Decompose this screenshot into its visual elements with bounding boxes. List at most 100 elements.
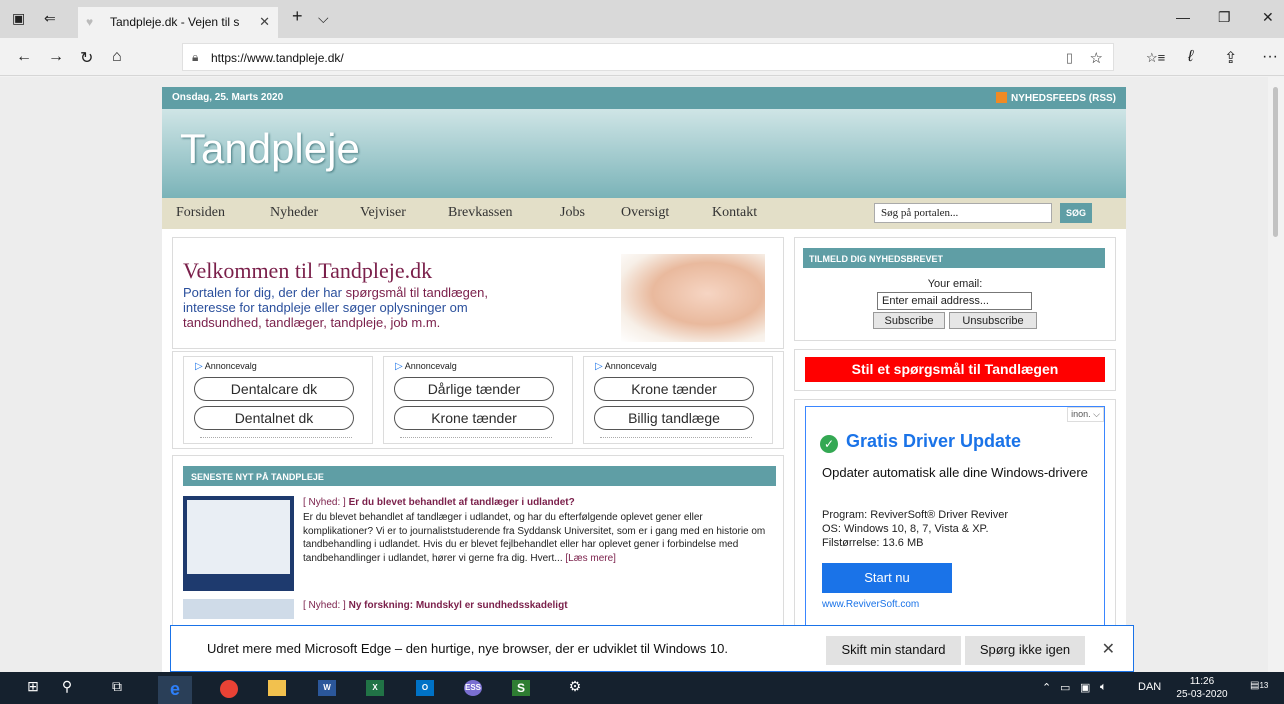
ad-link-dentalnet[interactable]: Dentalnet dk	[194, 406, 354, 430]
new-tab-button[interactable]: +	[292, 6, 303, 27]
tab-tandpleje[interactable]: ♥ Tandpleje.dk - Vejen til s ✕	[78, 7, 278, 38]
scroll-thumb[interactable]	[1273, 87, 1278, 237]
tab-close-icon[interactable]: ✕	[259, 14, 270, 30]
set-aside-tabs-icon[interactable]: ⇐	[44, 10, 56, 27]
file-explorer-icon[interactable]	[268, 680, 286, 696]
subscribe-button[interactable]: Subscribe	[873, 312, 945, 329]
task-view-icon[interactable]: ⧉	[106, 678, 128, 698]
ask-question-button[interactable]: Stil et spørgsmål til Tandlægen	[805, 357, 1105, 382]
adchoices-label[interactable]: ▷ Annoncevalg	[195, 361, 257, 372]
network-icon[interactable]: ▣	[1080, 681, 1090, 694]
tab-actions-icon[interactable]: ▣	[12, 10, 25, 27]
rss-label: NYHEDSFEEDS (RSS)	[1010, 93, 1116, 104]
adchoices-label[interactable]: ▷ Annoncevalg	[395, 361, 457, 372]
ad-divider	[400, 437, 552, 438]
search-button[interactable]: SØG	[1060, 203, 1092, 223]
menu-forsiden[interactable]: Forsiden	[176, 205, 225, 221]
favorites-hub-icon[interactable]: ☆≡	[1146, 50, 1165, 66]
more-menu-icon[interactable]: ···	[1262, 48, 1278, 66]
word-icon[interactable]: W	[318, 680, 336, 696]
ad-divider	[200, 437, 352, 438]
adchoices-badge[interactable]: inon. ⌵	[1067, 407, 1104, 422]
volume-icon[interactable]: 🔈︎	[1100, 681, 1107, 694]
refresh-icon[interactable]: ↻	[80, 48, 93, 68]
share-icon[interactable]: ⇪	[1224, 48, 1237, 68]
ad-link-krone-taender-2[interactable]: Krone tænder	[594, 377, 754, 401]
welcome-line1: Portalen for dig, der der har	[183, 285, 346, 300]
outlook-icon[interactable]: O	[416, 680, 434, 696]
tab-list-chevron-icon[interactable]: ⌵	[318, 10, 329, 27]
news-title-1[interactable]: [ Nyhed: ] Er du blevet behandlet af tan…	[303, 497, 575, 508]
web-viewport: Onsdag, 25. Marts 2020 NYHEDSFEEDS (RSS)…	[0, 77, 1268, 672]
menu-nyheder[interactable]: Nyheder	[270, 205, 318, 221]
notification-close-icon[interactable]: ✕	[1102, 639, 1115, 659]
welcome-link-questions[interactable]: spørgsmål til tandlægen,	[346, 285, 488, 300]
search-icon[interactable]: ⚲	[56, 678, 78, 698]
site-page: Onsdag, 25. Marts 2020 NYHEDSFEEDS (RSS)…	[162, 87, 1126, 672]
ad-link-darlige-taender[interactable]: Dårlige tænder	[394, 377, 554, 401]
excel-icon[interactable]: X	[366, 680, 384, 696]
ess-icon[interactable]: ESS	[464, 680, 482, 696]
menu-kontakt[interactable]: Kontakt	[712, 205, 757, 221]
menu-jobs[interactable]: Jobs	[560, 205, 585, 221]
favorite-star-icon[interactable]: ☆	[1090, 49, 1103, 67]
tooth-favicon-icon: ♥	[86, 15, 94, 29]
ad-link-billig-tandlaege[interactable]: Billig tandlæge	[594, 406, 754, 430]
rss-link[interactable]: NYHEDSFEEDS (RSS)	[995, 92, 1116, 104]
ad-link-dentalcare[interactable]: Dentalcare dk	[194, 377, 354, 401]
menu-oversigt[interactable]: Oversigt	[621, 205, 669, 221]
notification-message: Udret mere med Microsoft Edge – den hurt…	[207, 641, 728, 656]
chrome-icon[interactable]	[220, 680, 238, 698]
home-icon[interactable]: ⌂	[112, 48, 122, 66]
search-input[interactable]: Søg på portalen...	[874, 203, 1052, 223]
settings-gear-icon[interactable]: ⚙	[564, 678, 586, 698]
email-field[interactable]: Enter email address...	[877, 292, 1032, 310]
menu-brevkassen[interactable]: Brevkassen	[448, 205, 513, 221]
smiling-woman-image	[621, 254, 765, 342]
ad-url[interactable]: www.ReviverSoft.com	[822, 599, 919, 610]
play-triangle-icon: ▷	[395, 361, 403, 372]
clock[interactable]: 11:26 25-03-2020	[1174, 675, 1230, 701]
tab-bar: ▣ ⇐ ♥ Tandpleje.dk - Vejen til s ✕ + ⌵ —…	[0, 0, 1284, 38]
ad-unit-1: ▷ Annoncevalg Dentalcare dk Dentalnet dk	[183, 356, 373, 444]
site-logo[interactable]: Tandpleje	[180, 125, 360, 173]
windows-taskbar: ⊞ ⚲ ⧉ e W X O ESS S ⚙ ⌃ ▭ ▣ 🔈︎ DAN 11:26…	[0, 672, 1284, 704]
ad-title[interactable]: Gratis Driver Update	[846, 431, 1021, 452]
change-default-button[interactable]: Skift min standard	[826, 636, 961, 665]
news-thumbnail[interactable]	[183, 496, 294, 591]
welcome-text: Portalen for dig, der der har spørgsmål …	[183, 285, 583, 330]
unsubscribe-button[interactable]: Unsubscribe	[949, 312, 1037, 329]
start-now-button[interactable]: Start nu	[822, 563, 952, 593]
address-toolbar: ← → ↻ ⌂ 🔒︎ https://www.tandpleje.dk/ ▯ ☆…	[0, 38, 1284, 76]
reading-view-icon[interactable]: ▯	[1066, 50, 1073, 66]
news-title-2[interactable]: [ Nyhed: ] Ny forskning: Mundskyl er sun…	[303, 600, 568, 611]
edge-taskbar-icon[interactable]: e	[158, 676, 192, 704]
forward-icon[interactable]: →	[48, 48, 64, 66]
newsletter-header: TILMELD DIG NYHEDSBREVET	[803, 248, 1105, 268]
driver-update-ad[interactable]: inon. ⌵ ✓ Gratis Driver Update Opdater a…	[805, 406, 1105, 636]
minimize-button[interactable]: —	[1176, 9, 1190, 25]
windows-start-icon[interactable]: ⊞	[22, 678, 44, 698]
read-more-link[interactable]: [Læs mere]	[565, 553, 616, 564]
top-strip: Onsdag, 25. Marts 2020 NYHEDSFEEDS (RSS)	[162, 87, 1126, 109]
ad-body: Program: ReviverSoft® Driver Reviver OS:…	[822, 509, 1008, 549]
restore-button[interactable]: ❐	[1218, 9, 1231, 26]
language-indicator[interactable]: DAN	[1138, 681, 1161, 693]
back-icon[interactable]: ←	[16, 48, 32, 66]
app-s-icon[interactable]: S	[512, 680, 530, 696]
tray-chevron-icon[interactable]: ⌃	[1042, 681, 1051, 694]
adchoices-label[interactable]: ▷ Annoncevalg	[595, 361, 657, 372]
battery-icon[interactable]: ▭	[1060, 681, 1070, 694]
close-window-button[interactable]: ✕	[1262, 9, 1274, 26]
welcome-line2: interesse for tandpleje eller søger oply…	[183, 300, 468, 315]
dont-ask-again-button[interactable]: Spørg ikke igen	[965, 636, 1085, 665]
clock-date: 25-03-2020	[1176, 689, 1228, 700]
notes-pen-icon[interactable]: ℓ	[1188, 48, 1193, 66]
url-field[interactable]: 🔒︎ https://www.tandpleje.dk/ ▯ ☆	[182, 43, 1114, 71]
ad-link-krone-taender[interactable]: Krone tænder	[394, 406, 554, 430]
menu-vejviser[interactable]: Vejviser	[360, 205, 406, 221]
news-thumbnail-2[interactable]	[183, 599, 294, 619]
page-scrollbar[interactable]	[1268, 77, 1284, 672]
notification-center-icon[interactable]: ▤13	[1250, 680, 1268, 691]
clock-time: 11:26	[1189, 676, 1215, 687]
